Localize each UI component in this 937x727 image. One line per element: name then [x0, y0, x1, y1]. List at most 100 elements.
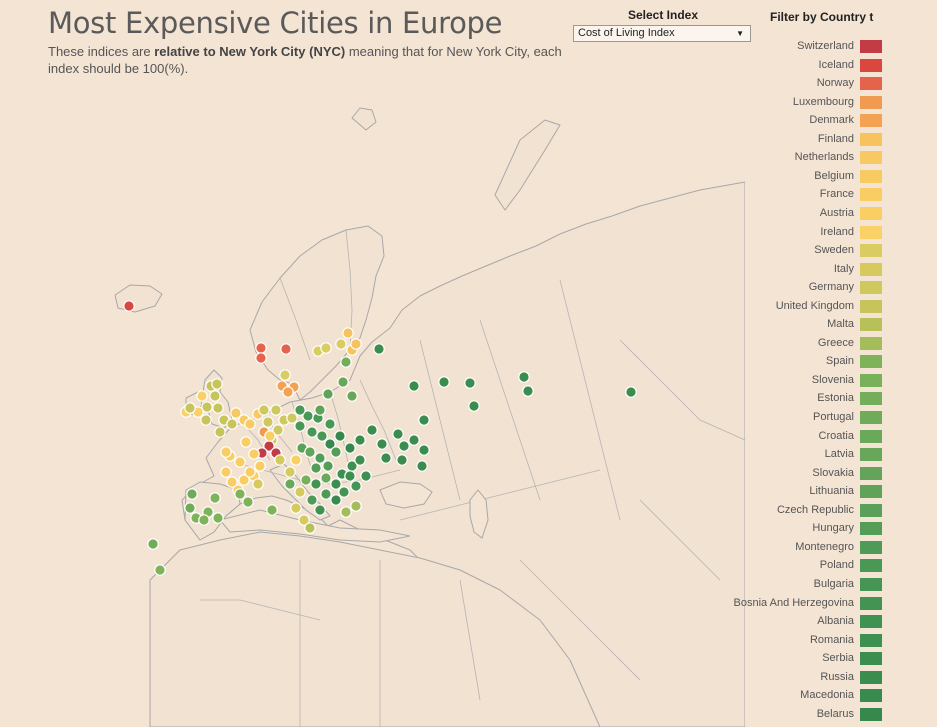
city-marker[interactable] [209, 492, 221, 504]
city-marker[interactable] [310, 462, 322, 474]
city-marker[interactable] [123, 300, 135, 312]
city-marker[interactable] [254, 460, 266, 472]
city-marker[interactable] [244, 418, 256, 430]
city-marker[interactable] [418, 414, 430, 426]
city-marker[interactable] [316, 430, 328, 442]
legend-item[interactable]: Bosnia And Herzegovina [720, 596, 882, 612]
legend-item[interactable]: Malta [720, 317, 882, 333]
city-marker[interactable] [258, 404, 270, 416]
city-marker[interactable] [518, 371, 530, 383]
city-marker[interactable] [354, 434, 366, 446]
city-marker[interactable] [320, 488, 332, 500]
city-marker[interactable] [408, 380, 420, 392]
city-marker[interactable] [220, 466, 232, 478]
city-marker[interactable] [279, 369, 291, 381]
city-marker[interactable] [398, 440, 410, 452]
legend-item[interactable]: Macedonia [720, 688, 882, 704]
legend-item[interactable]: Norway [720, 76, 882, 92]
city-marker[interactable] [320, 472, 332, 484]
city-marker[interactable] [340, 506, 352, 518]
legend-item[interactable]: Bulgaria [720, 577, 882, 593]
city-marker[interactable] [255, 342, 267, 354]
legend-item[interactable]: Germany [720, 280, 882, 296]
city-marker[interactable] [376, 438, 388, 450]
city-marker[interactable] [314, 404, 326, 416]
city-marker[interactable] [354, 454, 366, 466]
city-marker[interactable] [335, 338, 347, 350]
legend-item[interactable]: Russia [720, 670, 882, 686]
legend-item[interactable]: Hungary [720, 521, 882, 537]
city-marker[interactable] [468, 400, 480, 412]
city-marker[interactable] [304, 446, 316, 458]
city-marker[interactable] [294, 404, 306, 416]
city-marker[interactable] [346, 390, 358, 402]
legend-item[interactable]: Montenegro [720, 540, 882, 556]
city-marker[interactable] [209, 390, 221, 402]
city-marker[interactable] [286, 412, 298, 424]
city-marker[interactable] [212, 402, 224, 414]
legend-item[interactable]: Austria [720, 206, 882, 222]
city-marker[interactable] [211, 378, 223, 390]
city-marker[interactable] [154, 564, 166, 576]
city-marker[interactable] [234, 488, 246, 500]
city-marker[interactable] [264, 430, 276, 442]
city-marker[interactable] [306, 494, 318, 506]
city-marker[interactable] [252, 478, 264, 490]
city-marker[interactable] [396, 454, 408, 466]
city-marker[interactable] [416, 460, 428, 472]
city-marker[interactable] [280, 343, 292, 355]
city-marker[interactable] [248, 448, 260, 460]
city-marker[interactable] [294, 486, 306, 498]
city-marker[interactable] [438, 376, 450, 388]
city-marker[interactable] [284, 478, 296, 490]
legend-item[interactable]: Slovakia [720, 466, 882, 482]
city-marker[interactable] [234, 456, 246, 468]
city-marker[interactable] [392, 428, 404, 440]
city-marker[interactable] [304, 522, 316, 534]
legend-item[interactable]: Estonia [720, 391, 882, 407]
legend-item[interactable]: Iceland [720, 58, 882, 74]
city-marker[interactable] [408, 434, 420, 446]
legend-item[interactable]: Greece [720, 336, 882, 352]
legend-item[interactable]: Portugal [720, 410, 882, 426]
city-marker[interactable] [184, 402, 196, 414]
city-marker[interactable] [198, 514, 210, 526]
city-marker[interactable] [274, 454, 286, 466]
city-marker[interactable] [294, 420, 306, 432]
city-marker[interactable] [282, 386, 294, 398]
legend-item[interactable]: Serbia [720, 651, 882, 667]
city-marker[interactable] [334, 430, 346, 442]
city-marker[interactable] [212, 512, 224, 524]
city-marker[interactable] [338, 486, 350, 498]
city-marker[interactable] [200, 414, 212, 426]
city-marker[interactable] [522, 385, 534, 397]
legend-item[interactable]: Luxembourg [720, 95, 882, 111]
city-marker[interactable] [244, 466, 256, 478]
city-marker[interactable] [220, 446, 232, 458]
city-marker[interactable] [418, 444, 430, 456]
city-marker[interactable] [186, 488, 198, 500]
city-marker[interactable] [226, 476, 238, 488]
legend-item[interactable]: Romania [720, 633, 882, 649]
city-marker[interactable] [322, 388, 334, 400]
city-marker[interactable] [366, 424, 378, 436]
legend-item[interactable]: Ireland [720, 225, 882, 241]
legend-item[interactable]: Czech Republic [720, 503, 882, 519]
city-marker[interactable] [373, 343, 385, 355]
city-marker[interactable] [242, 496, 254, 508]
legend-item[interactable]: Poland [720, 558, 882, 574]
legend-item[interactable]: Denmark [720, 113, 882, 129]
city-marker[interactable] [240, 436, 252, 448]
city-marker[interactable] [255, 352, 267, 364]
legend-item[interactable]: Spain [720, 354, 882, 370]
city-marker[interactable] [360, 470, 372, 482]
city-marker[interactable] [300, 474, 312, 486]
city-marker[interactable] [330, 446, 342, 458]
city-marker[interactable] [284, 466, 296, 478]
city-marker[interactable] [344, 442, 356, 454]
city-marker[interactable] [306, 426, 318, 438]
city-marker[interactable] [344, 470, 356, 482]
europe-map[interactable] [0, 80, 745, 727]
legend-item[interactable]: Slovenia [720, 373, 882, 389]
legend-item[interactable]: Belarus [720, 707, 882, 723]
